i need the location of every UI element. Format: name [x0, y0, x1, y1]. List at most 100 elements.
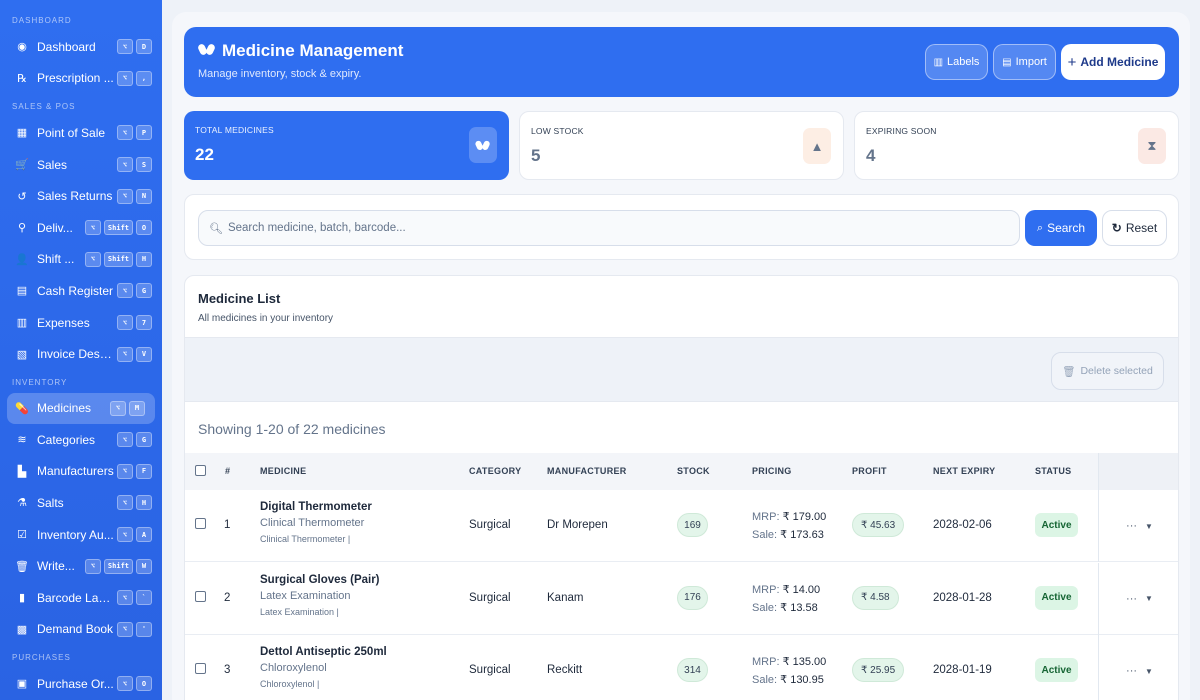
sidebar-item-sales-returns[interactable]: ↺ Sales Returns ⌥ N	[0, 180, 162, 212]
sidebar-item-label: Medicines	[37, 401, 92, 416]
sidebar-item-inventory-au[interactable]: ☑ Inventory Au... ⌥ A	[0, 519, 162, 551]
stat-label: EXPIRING SOON	[866, 126, 937, 136]
sale-label: Sale:	[752, 674, 778, 686]
add-medicine-button[interactable]: + Add Medicine	[1061, 44, 1165, 80]
row-checkbox[interactable]	[195, 663, 206, 674]
shortcut-key: ⌥	[117, 495, 133, 511]
shortcut-key: O	[136, 676, 152, 692]
row-checkbox[interactable]	[195, 590, 206, 602]
col-header-stock[interactable]: STOCK	[677, 466, 710, 476]
category-cell: Surgical	[469, 664, 511, 676]
sidebar-item-label: Dashboard	[37, 39, 96, 54]
search-input[interactable]: 🔍︎ Search medicine, batch, barcode...	[198, 210, 1020, 246]
more-icon[interactable]: ···	[1126, 520, 1137, 532]
shortcut-key: ,	[136, 70, 152, 86]
import-button[interactable]: ▤ Import	[993, 44, 1056, 80]
col-header-profit[interactable]: PROFIT	[852, 466, 887, 476]
purchase-icon: ▣	[16, 678, 28, 691]
medicine-cell[interactable]: Digital Thermometer Clinical Thermometer…	[260, 501, 460, 544]
sidebar-item-salts[interactable]: ⚗ Salts ⌥ H	[0, 487, 162, 519]
sidebar-item-label: Prescription ...	[37, 71, 114, 86]
sidebar-item-expenses[interactable]: ▥ Expenses ⌥ 7	[0, 307, 162, 339]
sale-label: Sale:	[752, 601, 778, 614]
mrp-label: MRP:	[752, 656, 780, 668]
sidebar-item-medicines[interactable]: 💊 Medicines ⌥ M	[7, 392, 155, 424]
medicine-name[interactable]: Dettol Antiseptic 250ml	[260, 646, 460, 658]
sidebar-item-deliv[interactable]: ⚲ Deliv... ⌥ Shift O	[0, 212, 162, 244]
row-checkbox[interactable]	[195, 518, 206, 529]
sidebar-item-label: Sales Returns	[37, 189, 113, 204]
sidebar-item-sales[interactable]: 🛒 Sales ⌥ S	[0, 149, 162, 181]
actions-header	[1098, 453, 1178, 490]
sidebar-item-dashboard[interactable]: ◉ Dashboard ⌥ D	[0, 31, 162, 63]
table-row[interactable]: 2 Surgical Gloves (Pair) Latex Examinati…	[185, 562, 1178, 635]
sale-label: Sale:	[752, 529, 778, 541]
shortcut-key: ⌥	[117, 346, 133, 362]
medicine-name[interactable]: Surgical Gloves (Pair)	[260, 574, 460, 586]
profit-cell: ₹ 4.58	[852, 585, 899, 610]
shortcut-key: W	[136, 558, 152, 574]
labels-button[interactable]: ▥ Labels	[925, 44, 988, 80]
col-header-status[interactable]: STATUS	[1035, 466, 1071, 476]
medicine-generic: Clinical Thermometer	[260, 517, 365, 529]
sidebar-item-cash-register[interactable]: ▤ Cash Register ⌥ G	[0, 275, 162, 307]
status-badge: Active	[1035, 658, 1078, 682]
return-icon: ↺	[17, 190, 27, 203]
col-header-medicine[interactable]: MEDICINE	[260, 466, 306, 476]
col-header-pricing[interactable]: PRICING	[752, 466, 792, 476]
table-row[interactable]: 1 Digital Thermometer Clinical Thermomet…	[185, 490, 1178, 562]
sidebar-item-prescription[interactable]: ℞ Prescription ... ⌥,	[0, 63, 162, 95]
sidebar-item-point-of-sale[interactable]: ▦ Point of Sale ⌥ P	[0, 117, 162, 149]
sidebar-item-barcode-lab[interactable]: ▮ Barcode Lab... ⌥ `	[0, 582, 162, 614]
sidebar-section-title: DASHBOARD	[12, 16, 72, 25]
sidebar-item-label: Inventory Au...	[37, 527, 114, 542]
shortcut-key: ⌥	[84, 220, 101, 236]
shortcut-key: ⌥	[117, 621, 133, 637]
sidebar-item-write[interactable]: 🗑 Write... ⌥ Shift W	[0, 550, 162, 582]
factory-icon: ▙	[17, 465, 27, 478]
col-header-category[interactable]: CATEGORY	[469, 466, 521, 476]
more-icon[interactable]: ···	[1126, 593, 1137, 605]
status-badge: Active	[1035, 513, 1078, 537]
mrp-value: ₹ 14.00	[782, 583, 821, 596]
sidebar-item-demand-book[interactable]: ▩ Demand Book ⌥ '	[0, 614, 162, 646]
pills-icon	[198, 42, 216, 60]
select-all-checkbox[interactable]	[195, 465, 206, 476]
chevron-down-icon[interactable]: ▼	[1145, 522, 1153, 531]
pricing-cell: MRP: ₹ 135.00 Sale: ₹ 130.95	[752, 653, 826, 689]
col-header-next-expiry[interactable]: NEXT EXPIRY	[933, 466, 995, 476]
medicine-cell[interactable]: Surgical Gloves (Pair) Latex Examination…	[260, 574, 460, 617]
sidebar-item-label: Point of Sale	[37, 125, 106, 140]
row-number: 2	[224, 591, 231, 604]
shortcut-key: Shift	[103, 558, 133, 574]
search-button[interactable]: ⌕ Search	[1025, 210, 1097, 246]
medicine-name[interactable]: Digital Thermometer	[260, 501, 460, 513]
shortcut-key: ⌥	[117, 463, 133, 479]
shortcut-key: ⌥	[117, 157, 133, 173]
pills-icon	[469, 127, 497, 163]
more-icon[interactable]: ···	[1126, 665, 1137, 677]
mrp-label: MRP:	[752, 583, 780, 596]
labels-button-label: Labels	[947, 56, 980, 68]
register-icon: ▤	[16, 285, 28, 298]
search-placeholder: Search medicine, batch, barcode...	[227, 222, 406, 234]
stat-low-stock: LOW STOCK 5 ▲	[519, 111, 844, 180]
chevron-down-icon[interactable]: ▼	[1145, 667, 1153, 676]
sidebar-item-manufacturers[interactable]: ▙ Manufacturers ⌥ F	[0, 456, 162, 488]
table-row[interactable]: 3 Dettol Antiseptic 250ml Chloroxylenol …	[185, 635, 1178, 700]
shortcut-key: G	[136, 432, 152, 448]
delete-selected-label: Delete selected	[1080, 365, 1153, 377]
sidebar-item-purchase-or[interactable]: ▣ Purchase Or... ⌥ O	[0, 668, 162, 700]
medicine-cell[interactable]: Dettol Antiseptic 250ml Chloroxylenol Ch…	[260, 646, 460, 689]
delete-selected-button[interactable]: 🗑︎ Delete selected	[1051, 352, 1164, 390]
col-header-manufacturer[interactable]: MANUFACTURER	[547, 466, 627, 476]
sidebar-item-categories[interactable]: ≋ Categories ⌥ G	[0, 424, 162, 456]
chevron-down-icon[interactable]: ▼	[1145, 594, 1153, 603]
sidebar-item-invoice-design[interactable]: ▧ Invoice Design ⌥ V	[0, 338, 162, 370]
profit-cell: ₹ 25.95	[852, 658, 905, 682]
expenses-icon: ▥	[16, 317, 28, 330]
sidebar-item-label: Purchase Or...	[37, 676, 114, 691]
sidebar-item-shift[interactable]: 👤 Shift ... ⌥ Shift H	[0, 244, 162, 276]
reset-button[interactable]: ↻ Reset	[1102, 210, 1167, 246]
shortcut-key: ⌥	[117, 676, 133, 692]
